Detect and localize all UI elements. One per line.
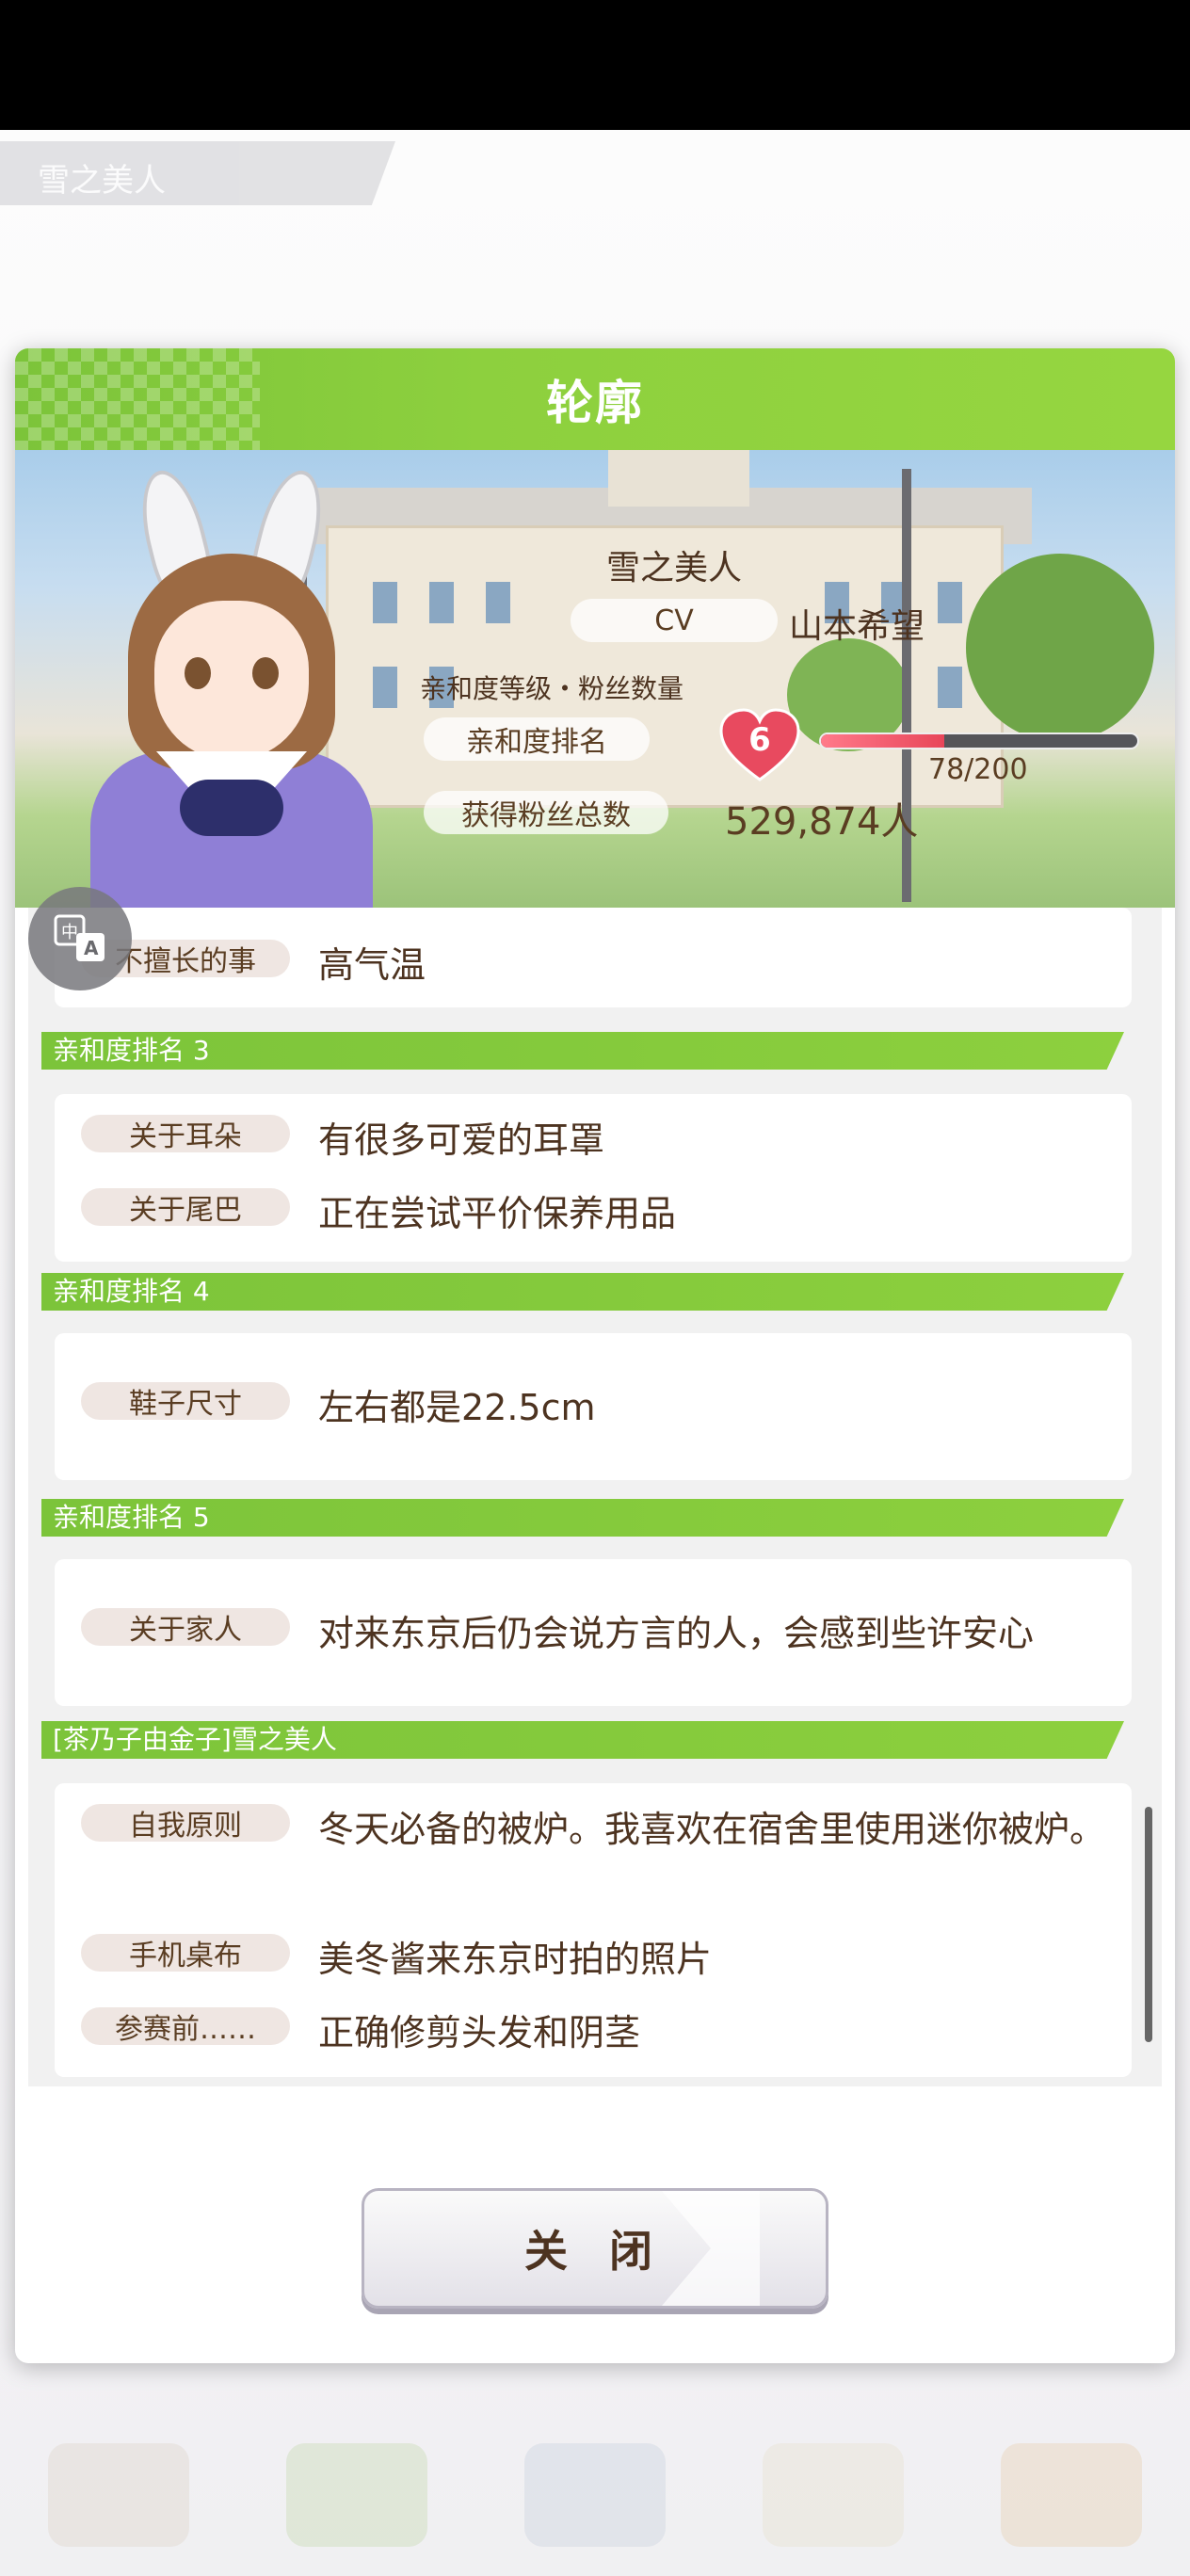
profile-row: 关于家人 对来东京后仍会说方言的人，会感到些许安心 xyxy=(81,1608,1118,1659)
section-header: 亲和度排名 4 xyxy=(41,1273,1124,1311)
profile-dialog: 轮廓 雪之美人 CV 山本希望 亲和度等级・粉丝数量 亲和度排名 6 78/20… xyxy=(15,348,1175,2363)
row-value: 美冬酱来东京时拍的照片 xyxy=(318,1939,713,1980)
section-header: 亲和度排名 5 xyxy=(41,1499,1124,1537)
cv-name: 山本希望 xyxy=(789,607,925,646)
fans-label: 获得粉丝总数 xyxy=(424,791,668,834)
affinity-progress-text: 78/200 xyxy=(928,753,1028,786)
close-button[interactable]: 关 闭 xyxy=(362,2188,828,2309)
translate-button[interactable]: 中 A xyxy=(28,887,132,990)
section-header: [茶乃子由金子]雪之美人 xyxy=(41,1721,1124,1759)
section-header: 亲和度排名 3 xyxy=(41,1032,1124,1070)
affinity-caption: 亲和度等级・粉丝数量 xyxy=(420,673,684,704)
scrollbar[interactable] xyxy=(1145,1807,1152,2042)
row-value: 有很多可爱的耳罩 xyxy=(318,1119,605,1161)
profile-row: 手机桌布 美冬酱来东京时拍的照片 xyxy=(81,1934,1118,1985)
row-label: 手机桌布 xyxy=(81,1934,290,1972)
dialog-header: 轮廓 xyxy=(15,348,1175,450)
affinity-level: 6 xyxy=(748,721,771,759)
row-value: 正在尝试平价保养用品 xyxy=(318,1193,677,1234)
profile-card: 自我原则 冬天必备的被炉。我喜欢在宿舍里使用迷你被炉。 手机桌布 美冬酱来东京时… xyxy=(55,1783,1132,2077)
dialog-title: 轮廓 xyxy=(546,376,644,430)
profile-card: 关于家人 对来东京后仍会说方言的人，会感到些许安心 xyxy=(55,1559,1132,1706)
svg-text:A: A xyxy=(84,937,99,959)
profile-scroll-area[interactable]: 不擅长的事 高气温 亲和度排名 3 关于耳朵 有很多可爱的耳罩 关于尾巴 正在尝… xyxy=(28,908,1162,2086)
row-label: 自我原则 xyxy=(81,1804,290,1843)
row-value: 正确修剪头发和阴茎 xyxy=(318,2012,641,2053)
row-label: 鞋子尺寸 xyxy=(81,1382,290,1421)
profile-card: 关于耳朵 有很多可爱的耳罩 关于尾巴 正在尝试平价保养用品 xyxy=(55,1094,1132,1262)
translate-icon: 中 A xyxy=(54,914,105,961)
profile-card: 不擅长的事 高气温 xyxy=(55,908,1132,1007)
profile-row: 自我原则 冬天必备的被炉。我喜欢在宿舍里使用迷你被炉。 xyxy=(81,1804,1118,1855)
svg-text:中: 中 xyxy=(61,923,78,942)
row-value: 对来东京后仍会说方言的人，会感到些许安心 xyxy=(318,1613,1035,1654)
row-label: 关于耳朵 xyxy=(81,1115,290,1153)
profile-card: 鞋子尺寸 左右都是22.5cm xyxy=(55,1333,1132,1480)
profile-row: 鞋子尺寸 左右都是22.5cm xyxy=(81,1382,1118,1433)
row-label: 关于尾巴 xyxy=(81,1188,290,1227)
profile-row: 关于耳朵 有很多可爱的耳罩 xyxy=(81,1115,1118,1166)
row-value: 冬天必备的被炉。我喜欢在宿舍里使用迷你被炉。 xyxy=(318,1809,1106,1850)
character-banner: 雪之美人 CV 山本希望 亲和度等级・粉丝数量 亲和度排名 6 78/200 获… xyxy=(15,450,1175,908)
row-label: 关于家人 xyxy=(81,1608,290,1647)
fans-count: 529,874人 xyxy=(725,800,919,844)
cv-label: CV xyxy=(571,599,778,642)
profile-row: 不擅长的事 高气温 xyxy=(81,940,1118,990)
status-bar xyxy=(0,0,1190,130)
character-info: 雪之美人 CV 山本希望 亲和度等级・粉丝数量 亲和度排名 6 78/200 获… xyxy=(15,450,1175,908)
affinity-progress-bar xyxy=(819,733,1139,749)
header-pattern xyxy=(15,348,260,450)
character-name: 雪之美人 xyxy=(605,549,742,588)
profile-row: 参赛前…… 正确修剪头发和阴茎 xyxy=(81,2007,1118,2058)
affinity-progress-fill xyxy=(821,734,945,748)
row-value: 高气温 xyxy=(318,944,426,986)
profile-row: 关于尾巴 正在尝试平价保养用品 xyxy=(81,1188,1118,1239)
close-button-label: 关 闭 xyxy=(523,2226,666,2277)
row-label: 参赛前…… xyxy=(81,2007,290,2046)
row-value: 左右都是22.5cm xyxy=(318,1387,596,1428)
affinity-rank-label: 亲和度排名 xyxy=(424,717,650,761)
